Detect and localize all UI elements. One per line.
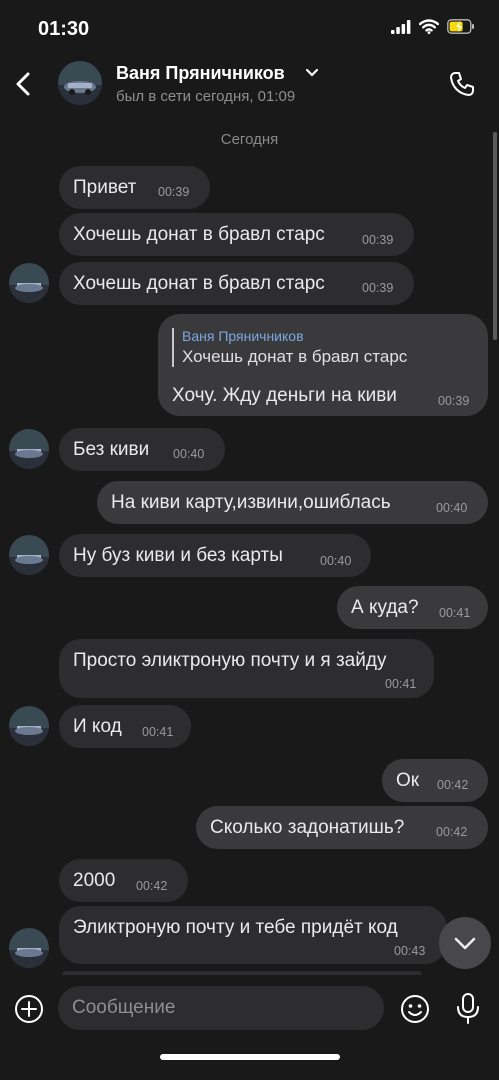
- microphone-icon[interactable]: [455, 992, 481, 1026]
- plus-icon[interactable]: [14, 994, 44, 1024]
- scroll-indicator[interactable]: [493, 132, 497, 340]
- message-time: 00:42: [436, 825, 468, 839]
- message-incoming[interactable]: Эликтроную почту и тебе придёт код 00:43: [59, 906, 447, 964]
- message-time: 00:40: [320, 554, 352, 568]
- message-text: На киви карту,извини,ошиблась: [111, 492, 391, 513]
- battery-icon: [447, 19, 474, 34]
- message-text: 2000: [73, 870, 116, 891]
- message-text: Сколько задонатишь?: [210, 817, 405, 838]
- message-time: 00:40: [173, 447, 205, 461]
- wifi-icon: [419, 19, 439, 34]
- message-time: 00:41: [439, 606, 471, 620]
- emoji-icon[interactable]: [400, 994, 430, 1024]
- message-incoming[interactable]: Ну буз киви и без карты 00:40: [59, 534, 371, 577]
- sender-avatar[interactable]: [9, 928, 49, 968]
- chevron-down-icon[interactable]: [305, 68, 319, 78]
- message-outgoing[interactable]: Сколько задонатишь? 00:42: [196, 806, 488, 849]
- message-text: Привет: [73, 177, 137, 198]
- message-time: 00:39: [438, 394, 470, 408]
- message-text: Просто эликтроную почту и я зайду: [73, 650, 387, 671]
- message-text: Хочешь донат в бравл старс: [73, 273, 325, 294]
- message-incoming[interactable]: И код 00:41: [59, 705, 191, 748]
- status-bar: 01:30: [0, 0, 499, 56]
- message-incoming[interactable]: Хочешь донат в бравл старс 00:39: [59, 213, 414, 256]
- message-outgoing[interactable]: На киви карту,извини,ошиблась 00:40: [97, 481, 488, 524]
- quoted-text: Хочешь донат в бравл старс: [182, 347, 408, 366]
- sender-avatar[interactable]: [9, 706, 49, 746]
- contact-status: был в сети сегодня, 01:09: [116, 88, 296, 105]
- scroll-down-button[interactable]: [439, 917, 491, 969]
- message-time: 00:42: [437, 778, 469, 792]
- status-icons: [391, 19, 475, 34]
- sender-avatar[interactable]: [9, 429, 49, 469]
- chat-header: Ваня Пряничников был в сети сегодня, 01:…: [0, 56, 499, 120]
- message-time: 00:40: [436, 501, 468, 515]
- message-composer: [0, 975, 499, 1080]
- quoted-author: Ваня Пряничников: [182, 328, 304, 344]
- message-input[interactable]: [58, 986, 384, 1030]
- message-time: 00:39: [362, 281, 394, 295]
- contact-avatar[interactable]: [58, 61, 102, 105]
- message-time: 00:39: [362, 233, 394, 247]
- message-outgoing[interactable]: А куда? 00:41: [337, 586, 488, 629]
- sender-avatar[interactable]: [9, 535, 49, 575]
- message-text: Ну буз киви и без карты: [73, 545, 283, 566]
- signal-icon: [391, 19, 411, 34]
- message-incoming[interactable]: Привет 00:39: [59, 166, 210, 209]
- message-text: Без киви: [73, 439, 150, 460]
- message-outgoing-reply[interactable]: Ваня Пряничников Хочешь донат в бравл ст…: [158, 314, 488, 416]
- message-incoming[interactable]: Без киви 00:40: [59, 428, 225, 471]
- message-incoming[interactable]: Просто эликтроную почту и я зайду 00:41: [59, 639, 434, 698]
- message-text: Хочу. Жду деньги на киви: [172, 385, 397, 406]
- status-time: 01:30: [38, 18, 90, 40]
- quoted-message[interactable]: Ваня Пряничников Хочешь донат в бравл ст…: [172, 328, 407, 367]
- back-chevron-icon[interactable]: [12, 68, 36, 100]
- message-incoming[interactable]: Хочешь донат в бравл старс 00:39: [59, 262, 414, 305]
- message-text: Ок: [396, 770, 420, 791]
- home-indicator[interactable]: [160, 1054, 340, 1060]
- message-text: Эликтроную почту и тебе придёт код: [73, 917, 398, 938]
- date-separator: Сегодня: [220, 131, 279, 148]
- contact-name[interactable]: Ваня Пряничников: [116, 63, 285, 84]
- message-time: 00:41: [142, 725, 174, 739]
- phone-icon[interactable]: [448, 70, 476, 98]
- message-time: 00:42: [136, 879, 168, 893]
- message-time: 00:39: [158, 185, 190, 199]
- sender-avatar[interactable]: [9, 263, 49, 303]
- message-time: 00:41: [385, 677, 417, 691]
- message-outgoing[interactable]: Ок 00:42: [382, 759, 488, 802]
- message-text: А куда?: [351, 597, 419, 618]
- chevron-down-icon: [454, 937, 476, 950]
- message-time: 00:43: [394, 944, 426, 958]
- message-text: И код: [73, 716, 122, 737]
- message-incoming[interactable]: 2000 00:42: [59, 859, 188, 902]
- message-text: Хочешь донат в бравл старс: [73, 224, 325, 245]
